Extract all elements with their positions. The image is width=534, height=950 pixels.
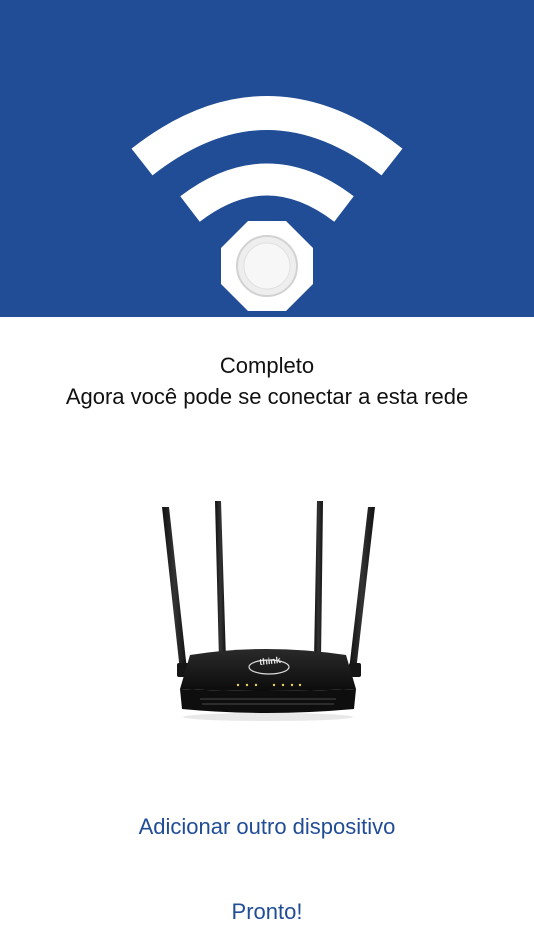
router-icon xyxy=(162,501,375,721)
status-message: Completo Agora você pode se conectar a e… xyxy=(0,350,534,412)
status-subtitle: Agora você pode se conectar a esta rede xyxy=(65,384,469,409)
wifi-icon xyxy=(131,96,403,311)
done-button[interactable]: Pronto! xyxy=(0,897,534,927)
router-image: think xyxy=(150,495,380,725)
wifi-header-banner xyxy=(0,0,534,317)
status-title: Completo xyxy=(219,353,315,378)
setup-complete-screen: Completo Agora você pode se conectar a e… xyxy=(0,0,534,950)
add-another-device-button[interactable]: Adicionar outro dispositivo xyxy=(0,812,534,842)
